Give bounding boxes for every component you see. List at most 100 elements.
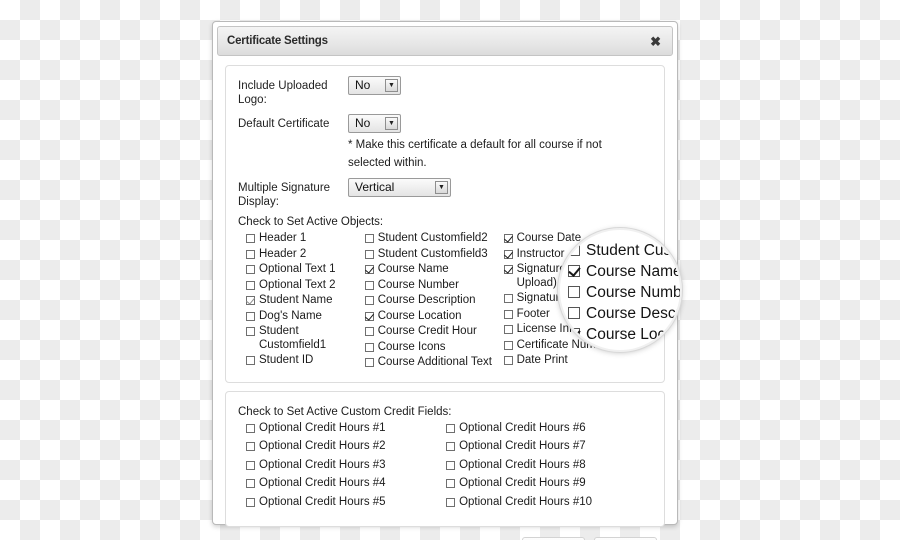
dialog-footer: Preview Cancel: [225, 527, 665, 540]
custom-credit-fields-label: Check to Set Active Custom Credit Fields…: [238, 405, 452, 418]
checkbox-checked-icon[interactable]: [503, 234, 513, 243]
checkbox-label: Header 2: [259, 247, 307, 260]
dialog-titlebar: Certificate Settings ✖: [217, 26, 673, 56]
checkbox-checked-icon[interactable]: [503, 265, 513, 274]
checkbox-unchecked-icon[interactable]: [364, 342, 374, 352]
checkbox-unchecked-icon[interactable]: [246, 460, 255, 470]
checkbox-unchecked-icon[interactable]: [246, 234, 255, 243]
checkbox-unchecked-icon[interactable]: [446, 423, 456, 433]
checkbox-checked-icon[interactable]: [503, 249, 513, 259]
checkbox-row[interactable]: Optional Credit Hours #2: [246, 440, 446, 454]
checkbox-row[interactable]: Course Location: [568, 325, 682, 344]
checkbox-row[interactable]: Optional Credit Hours #10: [446, 496, 652, 510]
checkbox-unchecked-icon[interactable]: [503, 325, 513, 334]
custom-credit-column-right: Optional Credit Hours #6 Optional Credit …: [446, 422, 652, 515]
checkbox-row[interactable]: Course Description: [568, 304, 680, 323]
checkbox-row[interactable]: Course Name: [364, 263, 504, 277]
checkbox-row[interactable]: Dog's Name: [246, 310, 365, 324]
checkbox-row[interactable]: Student ID: [246, 354, 365, 368]
checkbox-unchecked-icon[interactable]: [246, 327, 255, 336]
checkbox-row[interactable]: Optional Text 2: [246, 279, 365, 293]
checkbox-row[interactable]: Optional Credit Hours #4: [246, 477, 446, 491]
checkbox-row[interactable]: Optional Credit Hours #5: [246, 496, 446, 510]
checkbox-unchecked-icon[interactable]: [364, 280, 374, 290]
checkbox-checked-icon[interactable]: [364, 311, 374, 321]
chevron-down-icon: ▼: [385, 117, 398, 130]
include-uploaded-logo-select[interactable]: No ▼: [348, 76, 401, 95]
checkbox-row[interactable]: Course Number: [568, 283, 682, 302]
checkbox-unchecked-icon[interactable]: [503, 294, 513, 303]
active-objects-column-2: Student Customfield2 Student Customfield3…: [364, 232, 504, 372]
checkbox-label: Optional Credit Hours #5: [259, 495, 386, 508]
checkbox-row[interactable]: Header 1: [246, 232, 365, 246]
checkbox-unchecked-icon[interactable]: [568, 307, 580, 319]
checkbox-unchecked-icon[interactable]: [364, 296, 374, 305]
checkbox-unchecked-icon[interactable]: [246, 356, 255, 365]
checkbox-row[interactable]: Optional Credit Hours #7: [446, 440, 652, 454]
checkbox-unchecked-icon[interactable]: [503, 340, 513, 350]
checkbox-row[interactable]: Course Location: [364, 310, 504, 324]
checkbox-row[interactable]: Optional Credit Hours #8: [446, 459, 652, 473]
checkbox-row[interactable]: Course Credit Hour: [364, 325, 504, 339]
checkbox-unchecked-icon[interactable]: [364, 249, 374, 259]
default-certificate-note: * Make this certificate a default for al…: [348, 139, 602, 169]
checkbox-label: Course Number: [377, 278, 459, 291]
checkbox-row[interactable]: Header 2: [246, 248, 365, 262]
checkbox-label: Course Description: [377, 294, 476, 306]
checkbox-unchecked-icon[interactable]: [446, 497, 456, 507]
checkbox-row[interactable]: Date Print: [503, 354, 652, 368]
include-uploaded-logo-control: No ▼: [348, 76, 652, 95]
checkbox-unchecked-icon[interactable]: [246, 249, 255, 259]
checkbox-row[interactable]: Course Number: [364, 278, 504, 293]
checkbox-row[interactable]: Optional Credit Hours #1: [246, 422, 446, 436]
checkbox-unchecked-icon[interactable]: [246, 280, 255, 290]
checkbox-row[interactable]: Course Name: [568, 262, 682, 281]
checkbox-row[interactable]: Student Name: [246, 294, 365, 308]
magnifier-lens-content: Student Customfield2 Course Name Course Nu…: [568, 241, 682, 350]
checkbox-unchecked-icon[interactable]: [446, 479, 456, 488]
default-certificate-select[interactable]: No ▼: [348, 114, 401, 133]
checkbox-label: Student ID: [259, 354, 314, 366]
checkbox-unchecked-icon[interactable]: [364, 358, 374, 367]
checkbox-unchecked-icon[interactable]: [503, 309, 513, 319]
checkbox-unchecked-icon[interactable]: [446, 442, 456, 451]
checkbox-row[interactable]: Student Customfield2: [568, 241, 680, 260]
checkbox-label: Course Name: [586, 263, 682, 280]
checkbox-row[interactable]: Optional Text 1: [246, 263, 365, 277]
checkbox-row[interactable]: Student Customfield3: [364, 248, 504, 262]
checkbox-row[interactable]: Course Icons: [364, 341, 504, 355]
checkbox-row[interactable]: Course Additional Text: [364, 356, 504, 370]
checkbox-unchecked-icon[interactable]: [568, 244, 580, 256]
checkbox-label: Course Location: [586, 326, 682, 343]
checkbox-row[interactable]: Optional Credit Hours #9: [446, 477, 652, 491]
checkbox-checked-icon[interactable]: [246, 296, 255, 305]
checkbox-row[interactable]: Student Customfield1: [246, 325, 365, 352]
checkbox-checked-icon[interactable]: [568, 328, 580, 340]
checkbox-row[interactable]: Optional Credit Hours #3: [246, 459, 446, 473]
checkbox-label: Optional Text 2: [259, 278, 336, 291]
multiple-signature-display-value: Vertical: [355, 180, 395, 194]
chevron-down-icon: ▼: [435, 181, 448, 194]
checkbox-label: Optional Credit Hours #2: [259, 440, 386, 452]
checkbox-row[interactable]: Course Description: [364, 294, 504, 308]
default-certificate-control: No ▼ * Make this certificate a default f…: [348, 114, 652, 171]
checkbox-checked-icon[interactable]: [568, 265, 580, 277]
checkbox-unchecked-icon[interactable]: [246, 423, 255, 433]
checkbox-unchecked-icon[interactable]: [246, 442, 255, 451]
checkbox-unchecked-icon[interactable]: [246, 265, 255, 274]
multiple-signature-display-select[interactable]: Vertical ▼: [348, 178, 451, 197]
checkbox-unchecked-icon[interactable]: [364, 327, 374, 336]
checkbox-unchecked-icon[interactable]: [364, 234, 374, 243]
close-icon[interactable]: ✖: [648, 34, 663, 49]
checkbox-unchecked-icon[interactable]: [246, 497, 255, 507]
checkbox-unchecked-icon[interactable]: [246, 479, 255, 488]
checkbox-unchecked-icon[interactable]: [503, 356, 513, 365]
checkbox-unchecked-icon[interactable]: [246, 311, 255, 321]
checkbox-label: Course Number: [586, 284, 682, 301]
checkbox-label: Optional Credit Hours #8: [459, 458, 586, 471]
checkbox-row[interactable]: Optional Credit Hours #6: [446, 422, 652, 436]
checkbox-unchecked-icon[interactable]: [568, 286, 580, 298]
checkbox-row[interactable]: Student Customfield2: [364, 232, 504, 246]
checkbox-unchecked-icon[interactable]: [446, 460, 456, 470]
checkbox-checked-icon[interactable]: [364, 265, 374, 274]
